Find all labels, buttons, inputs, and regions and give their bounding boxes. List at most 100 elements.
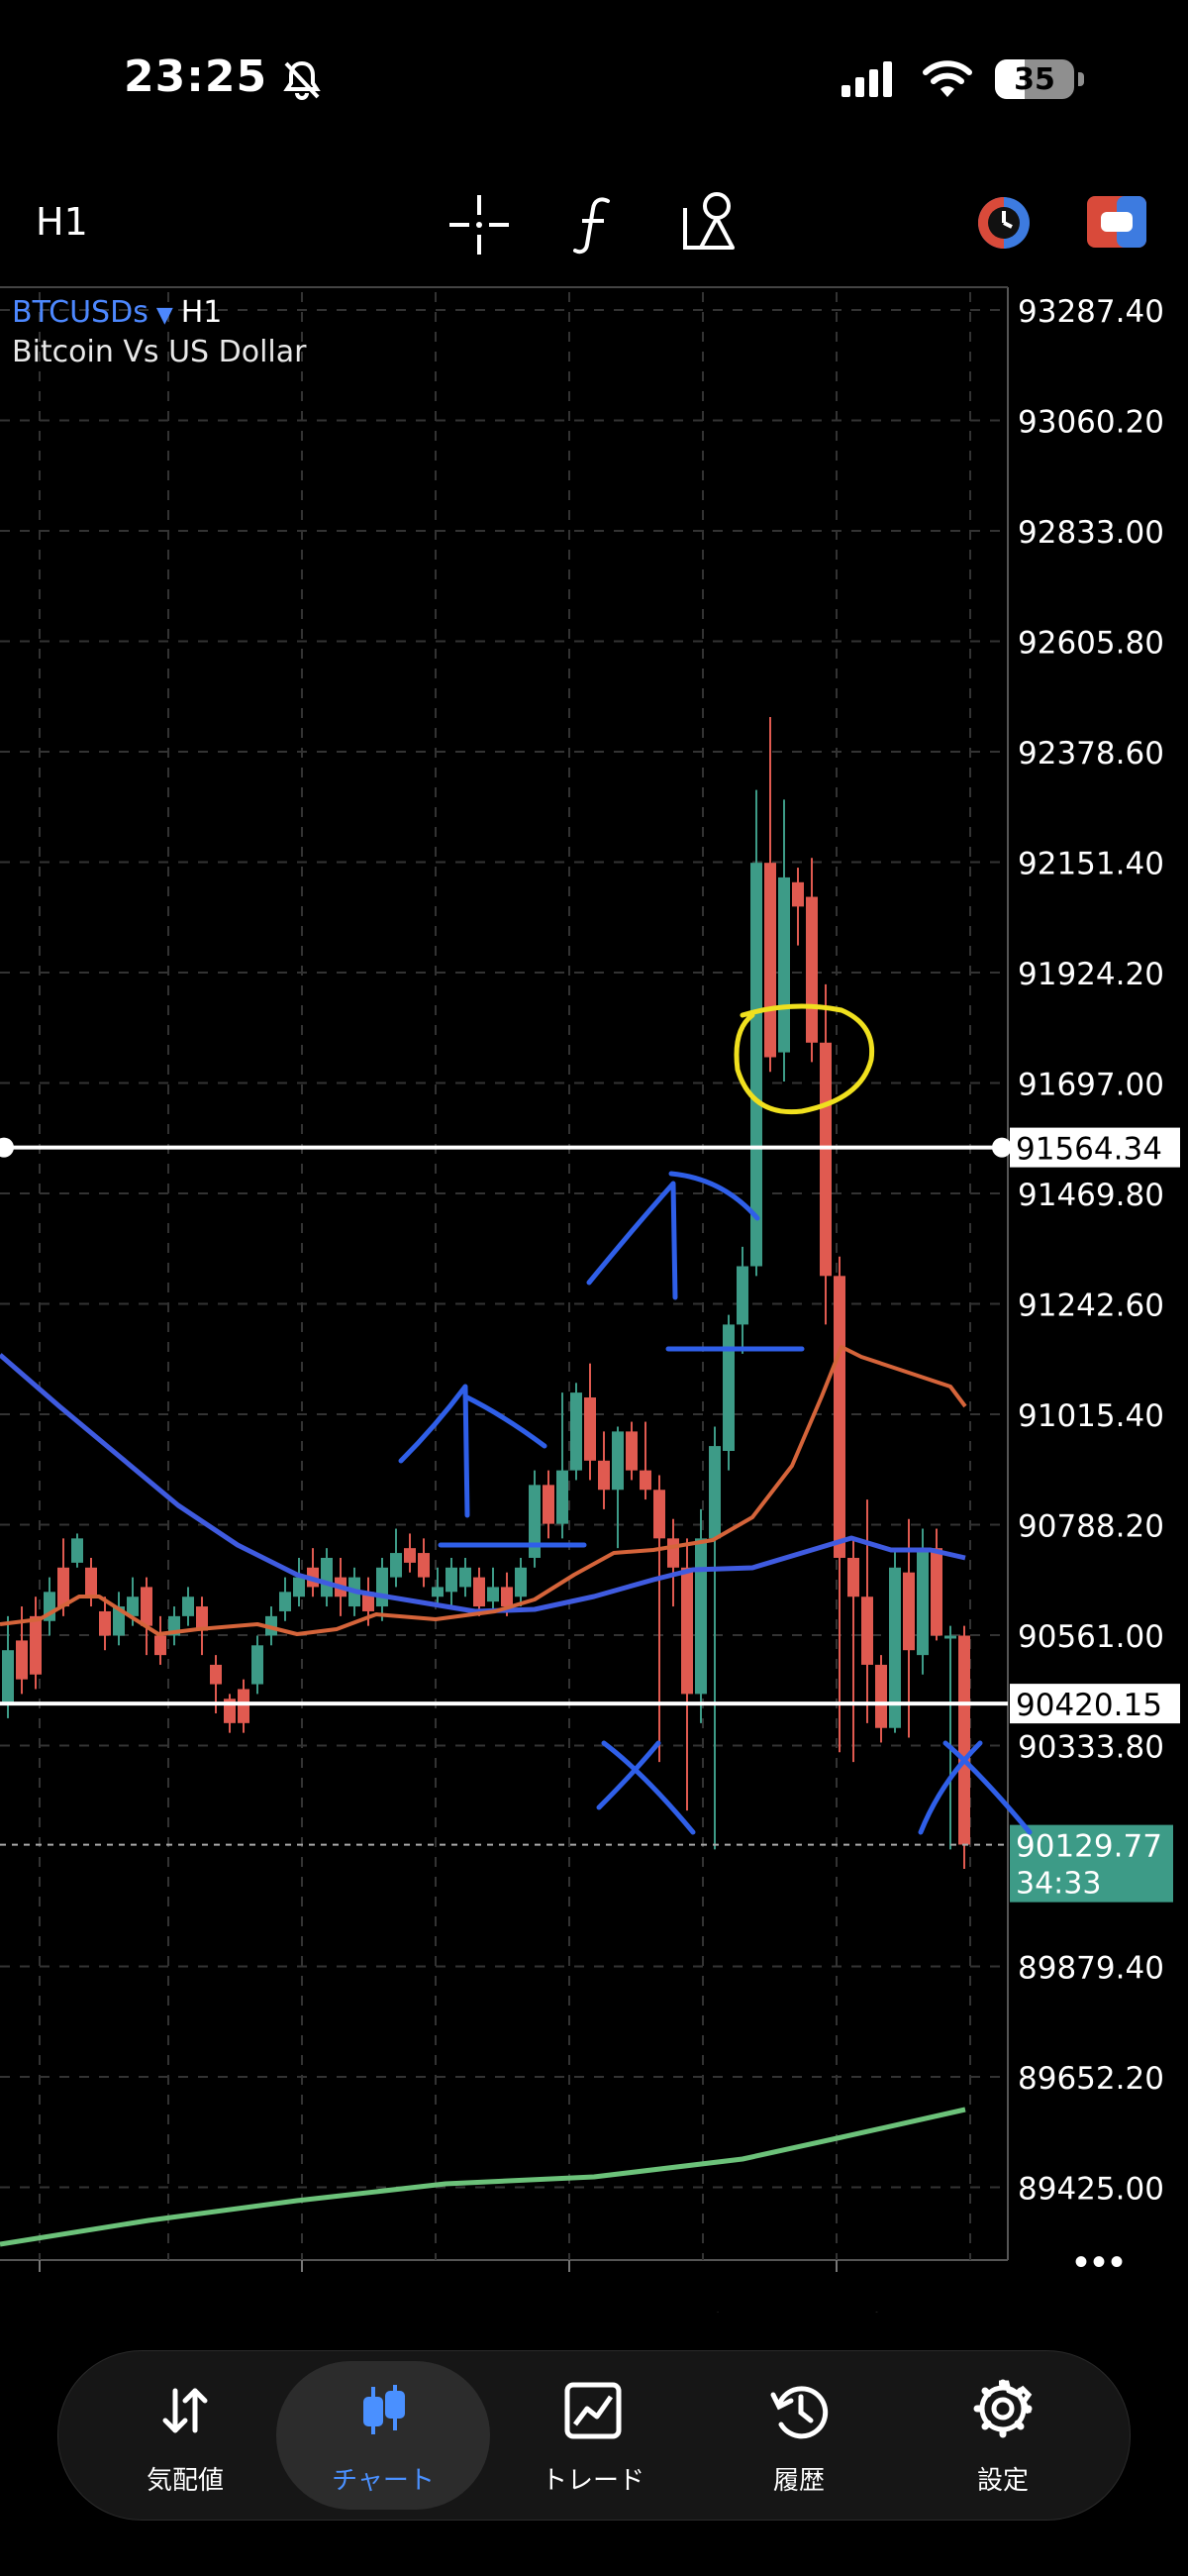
annotation-x [596, 1740, 696, 1835]
candle-bull [750, 863, 762, 1267]
candle-bear [653, 1490, 665, 1539]
price-axis-label: 93060.20 [1018, 405, 1164, 441]
nav-trade[interactable]: トレード [486, 2351, 700, 2520]
price-axis-label: 89652.20 [1018, 2061, 1164, 2097]
candle-bull [737, 1266, 748, 1325]
candle-bull [556, 1470, 568, 1524]
status-bar: 23:25 35 [0, 0, 1188, 158]
candle-bull [709, 1446, 721, 1539]
candle-bear [931, 1548, 942, 1636]
timeframe-button[interactable]: H1 [36, 200, 88, 244]
candle-bull [570, 1392, 582, 1471]
candle-bear [85, 1567, 97, 1597]
bottom-nav: 気配値 チャート トレード 履歴 設定 [57, 2350, 1131, 2521]
price-chart[interactable]: 93287.40 93060.20 92833.00 92605.80 92378.60… [0, 282, 1188, 2313]
candle-bull [2, 1650, 14, 1705]
candle-bear [820, 1042, 832, 1277]
nav-label-quotes: 気配値 [146, 2466, 224, 2496]
candle-bull [71, 1538, 83, 1563]
price-axis-label: 92605.80 [1018, 626, 1164, 662]
countdown-text: 34:33 [1016, 1867, 1101, 1902]
nav-label-settings: 設定 [976, 2466, 1029, 2496]
candle-bull [446, 1567, 457, 1593]
level-handle-left [0, 1137, 14, 1158]
candle-bull [432, 1587, 444, 1597]
price-axis-label: 89425.00 [1018, 2172, 1164, 2208]
crosshair-icon[interactable] [447, 193, 511, 257]
level-tag-text: 91564.34 [1016, 1132, 1162, 1168]
candle-bull [778, 876, 790, 1053]
wifi-icon [923, 60, 972, 97]
candle-bear [875, 1664, 887, 1728]
price-axis-label: 92378.60 [1018, 736, 1164, 772]
candle-bear [210, 1664, 222, 1685]
nav-history[interactable]: 履歴 [692, 2351, 906, 2520]
nav-label-history: 履歴 [772, 2466, 825, 2496]
candle-bull [293, 1577, 305, 1597]
nav-label-trade: トレード [541, 2466, 644, 2496]
candle-bear [681, 1567, 693, 1695]
ma-green-line [0, 2107, 966, 2247]
candle-bull [723, 1324, 735, 1452]
more-options-icon[interactable]: ••• [1074, 2240, 1128, 2285]
price-axis-label: 92833.00 [1018, 515, 1164, 551]
candle-bear [667, 1538, 679, 1568]
candle-bear [640, 1470, 651, 1491]
indicators-f-icon[interactable] [572, 193, 616, 257]
gear-icon [973, 2379, 1033, 2438]
cellular-signal-icon [842, 61, 892, 97]
candle-bear [30, 1615, 42, 1675]
candles-icon [363, 2385, 405, 2434]
time-axis-label: 11 Jan 00:00 [314, 2308, 508, 2313]
price-axis-label: 91924.20 [1018, 957, 1164, 992]
one-click-trading-icon[interactable] [1087, 196, 1146, 248]
nav-label-chart: チャート [332, 2466, 435, 2496]
quotes-arrows-icon [162, 2388, 208, 2433]
current-price-text: 90129.77 [1016, 1829, 1162, 1865]
candle-bear [543, 1485, 554, 1524]
price-axis-label: 91242.60 [1018, 1288, 1164, 1324]
candle-bear [903, 1572, 915, 1651]
candle-bear [238, 1689, 249, 1723]
status-time: 23:25 [124, 52, 268, 102]
candle-bull [182, 1597, 194, 1616]
candle-bear [141, 1587, 152, 1626]
ma-blue-line [0, 1353, 966, 1614]
price-axis-label: 90561.00 [1018, 1619, 1164, 1655]
level-handle-right [992, 1137, 1012, 1158]
candle-bear [792, 881, 804, 907]
price-axis-label: 89879.40 [1018, 1951, 1164, 1987]
history-clock-icon [770, 2386, 829, 2439]
candle-bear [958, 1635, 970, 1845]
candle-bear [847, 1557, 859, 1597]
nav-chart[interactable]: チャート [276, 2361, 490, 2510]
candle-bear [834, 1276, 845, 1558]
symbol-header[interactable]: BTCUSDs ▼ H1 [12, 295, 222, 330]
candle-bear [626, 1431, 638, 1471]
symbol-timeframe: H1 [180, 295, 223, 330]
symbol-description: Bitcoin Vs US Dollar [12, 335, 307, 369]
objects-shapes-icon[interactable] [681, 190, 741, 252]
candle-bull [321, 1557, 333, 1597]
candle-bull [612, 1431, 624, 1491]
candle-bull [390, 1553, 402, 1578]
price-axis-label: 91697.00 [1018, 1068, 1164, 1103]
symbol-name[interactable]: BTCUSDs [12, 295, 148, 330]
candle-bear [99, 1610, 111, 1636]
price-axis-label: 90333.80 [1018, 1730, 1164, 1766]
bell-muted-icon [283, 60, 321, 100]
trading-session-icon[interactable] [974, 193, 1034, 253]
candle-bull [515, 1567, 527, 1597]
candle-bear [473, 1577, 485, 1607]
nav-settings[interactable]: 設定 [896, 2351, 1110, 2520]
symbol-dropdown-icon[interactable]: ▼ [156, 303, 173, 328]
time-axis-label: 12 Jan 08:00 [848, 2308, 1042, 2313]
candle-bear [154, 1635, 166, 1656]
price-axis-label: 91469.80 [1018, 1178, 1164, 1213]
candle-bull [279, 1592, 291, 1611]
candle-bear [861, 1597, 873, 1665]
nav-quotes[interactable]: 気配値 [78, 2351, 292, 2520]
price-axis-label: 92151.40 [1018, 847, 1164, 882]
candle-bear [806, 896, 818, 1043]
battery-level: 35 [1014, 62, 1055, 97]
